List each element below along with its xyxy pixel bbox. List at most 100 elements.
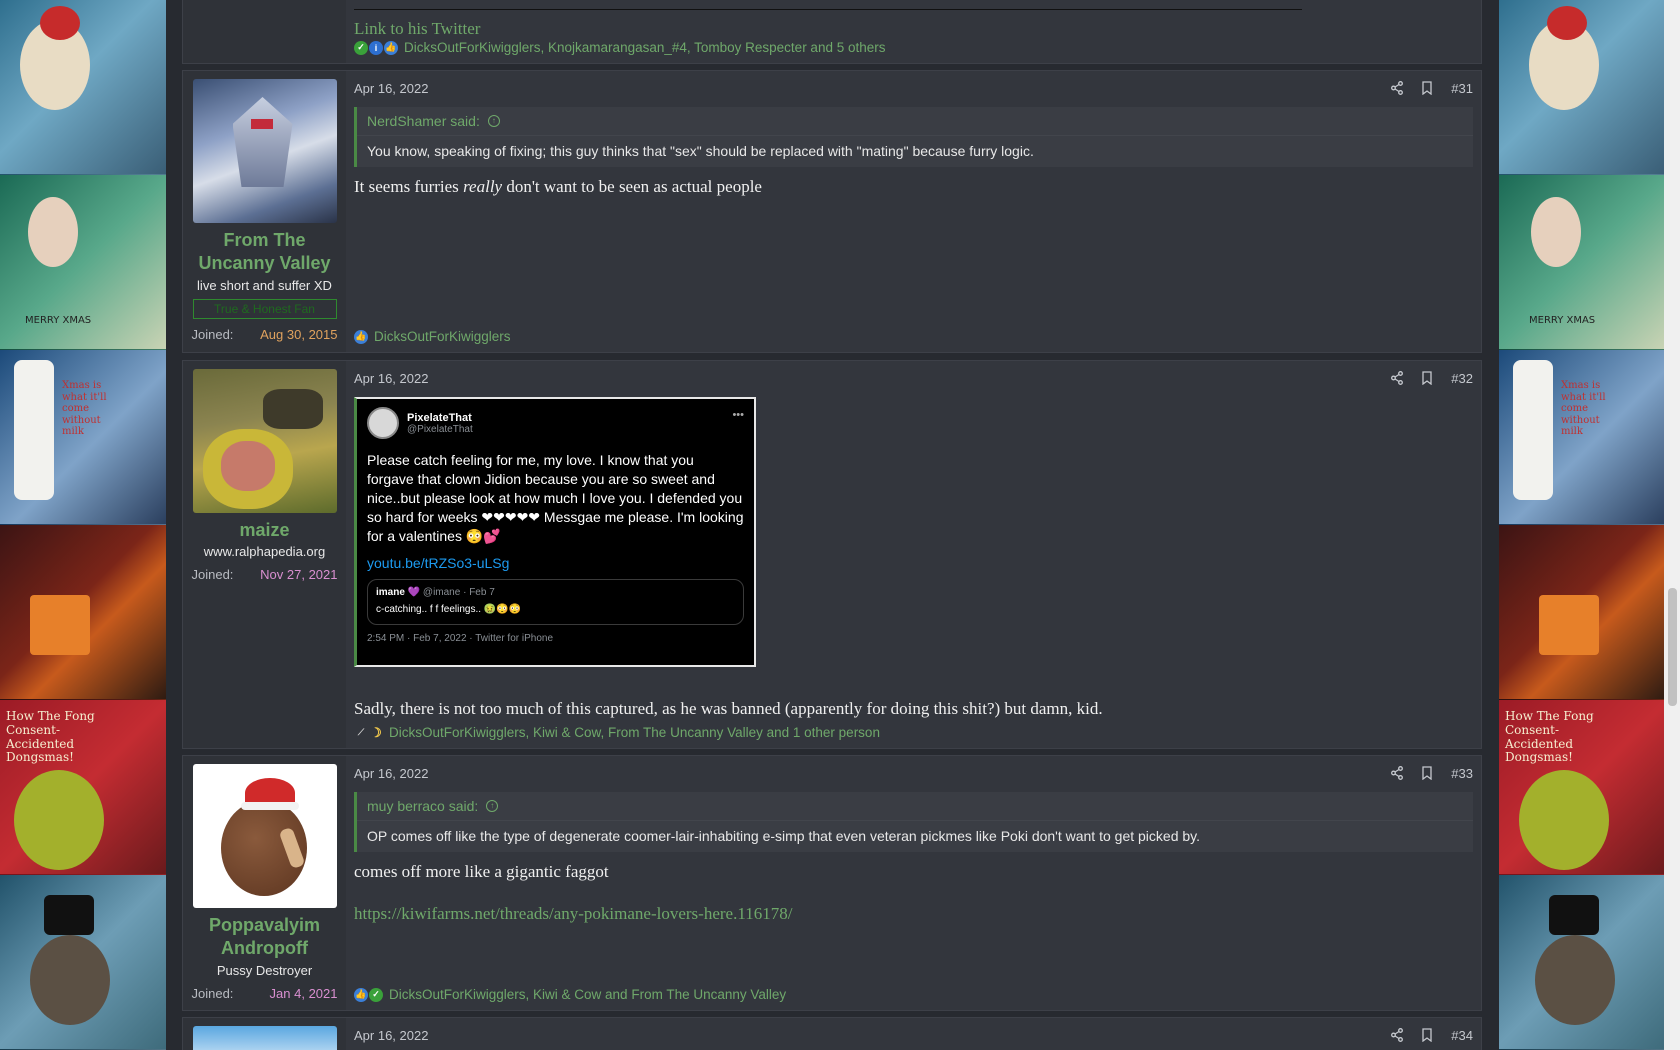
post-body: Apr 16, 2022 #34 — [346, 1018, 1481, 1050]
post-header: Apr 16, 2022 #32 — [354, 369, 1473, 387]
quote-text: OP comes off like the type of degenerate… — [367, 828, 1200, 844]
bg-tile-fireplace — [0, 525, 166, 700]
bg-tile-grinch: How The Fong Consent-Accidented Dongsmas… — [1499, 700, 1665, 875]
post-date[interactable]: Apr 16, 2022 — [354, 1028, 428, 1043]
twitter-link[interactable]: Link to his Twitter — [354, 19, 1473, 39]
bookmark-icon[interactable] — [1421, 766, 1433, 780]
user-title: Pussy Destroyer — [216, 962, 313, 978]
post-date[interactable]: Apr 16, 2022 — [354, 81, 428, 96]
post-user-panel — [183, 0, 346, 63]
reactions-bar[interactable]: 👍 ✓ DicksOutForKiwigglers, Kiwi & Cow an… — [354, 987, 786, 1002]
background-right: MERRY XMAS Xmas is what it'll come witho… — [1499, 0, 1665, 1050]
bg-tile-grinch: How The Fong Consent-Accidented Dongsmas… — [0, 700, 166, 875]
post-header: Apr 16, 2022 #31 — [354, 79, 1473, 97]
quote-text: You know, speaking of fixing; this guy t… — [367, 143, 1034, 159]
user-banner: True & Honest Fan — [192, 298, 337, 319]
reactions-bar[interactable]: ✓ i 👍 DicksOutForKiwigglers, Knojkamaran… — [354, 40, 886, 55]
reaction-like-icon: 👍 — [354, 987, 368, 1002]
share-icon[interactable] — [1391, 766, 1404, 780]
share-icon[interactable] — [1391, 81, 1404, 95]
quote-expand-icon[interactable]: ↑ — [487, 115, 500, 127]
tweet-quote: imane 💜 @imane · Feb 7 c-catching.. f f … — [367, 579, 744, 626]
post-message: Sadly, there is not too much of this cap… — [354, 699, 1103, 718]
reactions-text[interactable]: DicksOutForKiwigglers — [374, 329, 511, 344]
page-scrollbar[interactable] — [1664, 0, 1680, 1050]
bg-tile-kiwi — [1499, 0, 1665, 175]
joined-date: Nov 27, 2021 — [260, 567, 338, 583]
reaction-like-icon: 👍 — [384, 40, 398, 55]
tweet-text: Please catch feeling for me, my love. I … — [367, 452, 744, 544]
post-date[interactable]: Apr 16, 2022 — [354, 371, 428, 386]
tweet-link: youtu.be/tRZSo3-uLSg — [367, 555, 510, 572]
reactions-bar[interactable]: 👍 DicksOutForKiwigglers — [354, 329, 511, 344]
post-number[interactable]: #31 — [1451, 81, 1473, 96]
post-header: Apr 16, 2022 #33 — [354, 764, 1473, 782]
post-30: Link to his Twitter ✓ i 👍 DicksOutForKiw… — [182, 0, 1482, 64]
thread-container: Link to his Twitter ✓ i 👍 DicksOutForKiw… — [166, 0, 1499, 1050]
reaction-like-icon: 👍 — [354, 329, 368, 344]
post-user-panel: Poppavalyim Andropoff Pussy Destroyer Jo… — [183, 756, 346, 1010]
post-date[interactable]: Apr 16, 2022 — [354, 766, 428, 781]
post-number[interactable]: #32 — [1451, 371, 1473, 386]
post-user-panel: maize www.ralphapedia.org Joined: Nov 27… — [183, 361, 346, 748]
more-icon: ••• — [732, 409, 744, 421]
bg-tile-fireplace — [1499, 525, 1665, 700]
user-title: live short and suffer XD — [197, 277, 332, 293]
reaction-moon-icon: ☽ — [370, 724, 382, 740]
bg-tile-merry-xmas: MERRY XMAS — [1499, 175, 1665, 350]
joined-date: Aug 30, 2015 — [260, 326, 338, 342]
scrollbar-thumb[interactable] — [1668, 588, 1677, 706]
share-icon[interactable] — [1391, 371, 1404, 385]
joined-row: Joined: Aug 30, 2015 — [191, 326, 338, 342]
quote-expand-icon[interactable]: ↑ — [486, 800, 499, 812]
reaction-winner-icon: ✓ — [354, 40, 368, 55]
post-body: Apr 16, 2022 #33 muy berraco said: ↑ OP … — [346, 756, 1481, 1010]
bookmark-icon[interactable] — [1421, 1028, 1433, 1042]
quote-block: muy berraco said: ↑ OP comes off like th… — [354, 792, 1473, 852]
reaction-informative-icon: i — [369, 40, 383, 55]
bookmark-icon[interactable] — [1421, 81, 1433, 95]
avatar[interactable] — [192, 79, 337, 223]
bg-tile-merry-xmas: MERRY XMAS — [0, 175, 166, 350]
quote-author[interactable]: muy berraco said: — [367, 798, 478, 814]
avatar[interactable] — [192, 764, 337, 908]
post-32: maize www.ralphapedia.org Joined: Nov 27… — [182, 360, 1482, 749]
post-user-panel — [183, 1018, 346, 1050]
username[interactable]: From The Uncanny Valley — [191, 229, 338, 276]
avatar[interactable] — [192, 369, 337, 513]
post-body: Apr 16, 2022 #32 PixelateThat @PixelateT… — [346, 361, 1481, 748]
username[interactable]: maize — [239, 519, 289, 542]
post-header: Apr 16, 2022 #34 — [354, 1026, 1473, 1044]
tweet-avatar — [367, 407, 399, 439]
username[interactable]: Poppavalyim Andropoff — [191, 914, 338, 961]
joined-row: Joined: Nov 27, 2021 — [191, 567, 338, 583]
background-left: MERRY XMAS Xmas is what it'll come witho… — [0, 0, 166, 1050]
avatar[interactable] — [192, 1026, 337, 1050]
post-message: comes off more like a gigantic faggot — [354, 862, 609, 881]
post-33: Poppavalyim Andropoff Pussy Destroyer Jo… — [182, 755, 1482, 1011]
bg-tile-milk: Xmas is what it'll come without milk — [1499, 350, 1665, 525]
post-34: Apr 16, 2022 #34 — [182, 1017, 1482, 1050]
reactions-text[interactable]: DicksOutForKiwigglers, Kiwi & Cow and Fr… — [389, 987, 786, 1002]
reactions-text[interactable]: DicksOutForKiwigglers, Kiwi & Cow, From … — [389, 725, 880, 740]
post-number[interactable]: #34 — [1451, 1028, 1473, 1043]
thread-link[interactable]: https://kiwifarms.net/threads/any-pokima… — [354, 904, 1473, 924]
tweet-screenshot[interactable]: PixelateThat @PixelateThat ••• Please ca… — [354, 397, 756, 667]
reaction-autism-icon: ⟋ — [357, 727, 365, 737]
reactions-text[interactable]: DicksOutForKiwigglers, Knojkamarangasan_… — [404, 40, 886, 55]
post-message: It seems furries really don't want to be… — [354, 177, 762, 196]
user-title: www.ralphapedia.org — [203, 544, 326, 560]
post-number[interactable]: #33 — [1451, 766, 1473, 781]
share-icon[interactable] — [1391, 1028, 1404, 1042]
post-user-panel: From The Uncanny Valley live short and s… — [183, 71, 346, 352]
bookmark-icon[interactable] — [1421, 371, 1433, 385]
tweet-handle: @PixelateThat — [407, 423, 473, 435]
reactions-bar[interactable]: ⟋ ☽ DicksOutForKiwigglers, Kiwi & Cow, F… — [354, 724, 880, 741]
bg-tile-snowman — [0, 875, 166, 1050]
joined-row: Joined: Jan 4, 2021 — [191, 985, 338, 1001]
bg-tile-snowman — [1499, 875, 1665, 1050]
tweet-footer: 2:54 PM · Feb 7, 2022 · Twitter for iPho… — [367, 633, 554, 645]
reaction-agree-icon: ✓ — [369, 987, 383, 1002]
quote-author[interactable]: NerdShamer said: — [367, 113, 480, 129]
tweet-name: PixelateThat — [407, 411, 472, 424]
